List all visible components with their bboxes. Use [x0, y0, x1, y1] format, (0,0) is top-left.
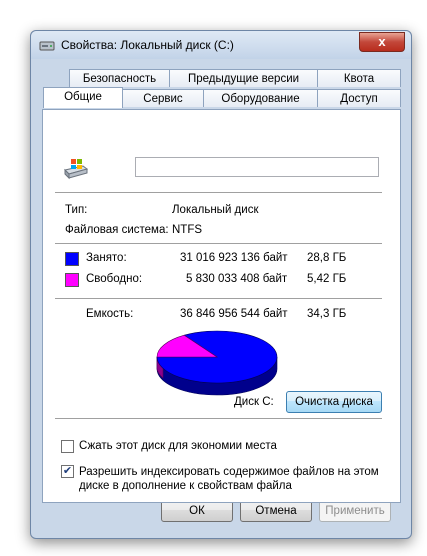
used-color-swatch	[65, 252, 79, 266]
disk-usage-pie	[156, 330, 278, 396]
filesystem-value: NTFS	[172, 224, 203, 236]
divider	[55, 298, 382, 299]
free-bytes: 5 830 033 408 байт	[186, 273, 288, 285]
free-color-swatch	[65, 273, 79, 287]
filesystem-label: Файловая система:	[65, 224, 169, 236]
free-label: Свободно:	[86, 273, 143, 285]
general-tab-panel: Тип: Локальный диск Файловая система: NT…	[42, 109, 401, 503]
index-check-mark: ✔	[62, 465, 73, 477]
index-label: Разрешить индексировать содержимое файло…	[79, 466, 379, 492]
compress-label: Сжать этот диск для экономии места	[79, 440, 277, 452]
tab-general[interactable]: Общие	[43, 87, 123, 108]
capacity-size: 34,3 ГБ	[307, 308, 347, 320]
used-size: 28,8 ГБ	[307, 252, 347, 264]
divider	[55, 243, 382, 244]
disk-cleanup-button[interactable]: Очистка диска	[286, 391, 382, 413]
capacity-bytes: 36 846 956 544 байт	[180, 308, 288, 320]
divider	[55, 192, 382, 193]
type-label: Тип:	[65, 204, 88, 216]
free-size: 5,42 ГБ	[307, 273, 347, 285]
divider	[55, 418, 382, 419]
used-bytes: 31 016 923 136 байт	[180, 252, 288, 264]
compress-checkbox[interactable]	[61, 440, 74, 453]
index-checkbox[interactable]: ✔	[61, 465, 74, 478]
capacity-label: Емкость:	[86, 308, 134, 320]
volume-name-input[interactable]	[135, 157, 379, 177]
used-label: Занято:	[86, 252, 127, 264]
drive-large-icon	[63, 158, 89, 180]
type-value: Локальный диск	[172, 204, 259, 216]
disk-label: Диск C:	[234, 396, 274, 408]
